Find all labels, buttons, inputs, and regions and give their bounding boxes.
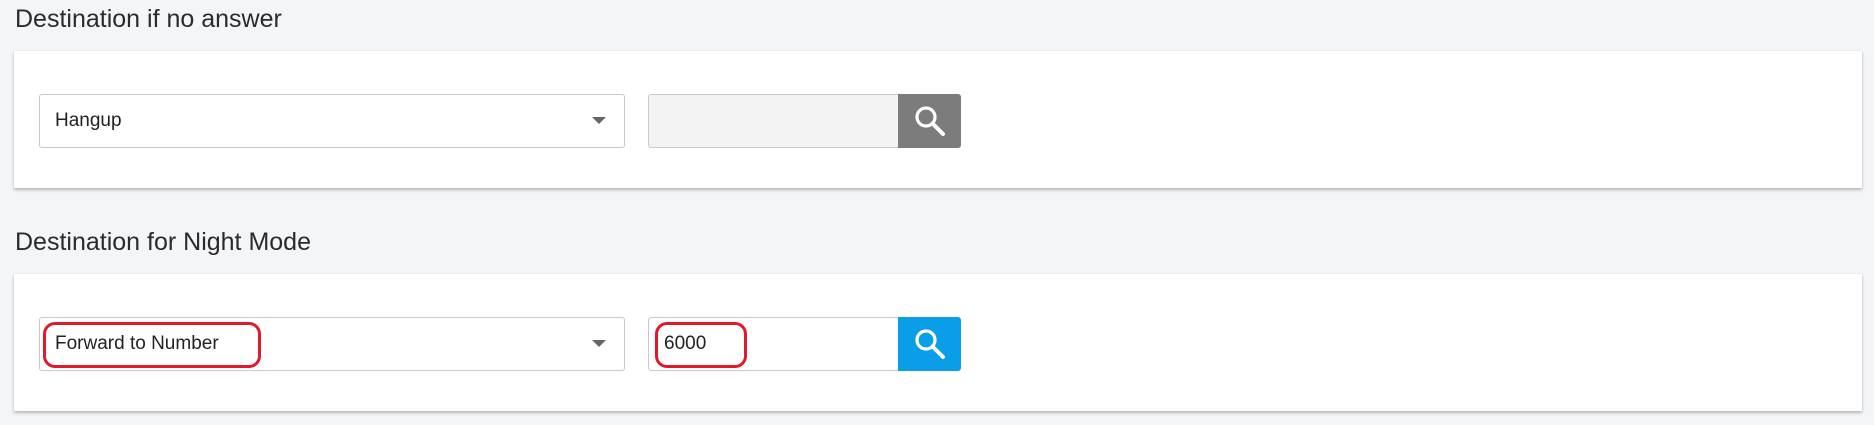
chevron-down-icon [592,340,606,347]
destination-value-text: 6000 [664,333,707,354]
section-title-night-mode: Destination for Night Mode [15,228,311,256]
search-icon [914,329,945,359]
card-night-mode: Forward to Number 6000 [14,274,1862,411]
search-icon [914,106,945,136]
search-button[interactable] [898,317,961,371]
page: Destination if no answer Hangup Destinat… [0,0,1874,425]
destination-type-select[interactable]: Hangup [39,94,625,148]
chevron-down-icon [592,117,606,124]
card-no-answer: Hangup [14,51,1862,188]
destination-type-value: Forward to Number [55,333,219,354]
destination-type-value: Hangup [55,110,122,131]
section-title-no-answer: Destination if no answer [15,5,282,33]
destination-value-input[interactable]: 6000 [648,317,898,371]
search-button[interactable] [898,94,961,148]
destination-type-select[interactable]: Forward to Number [39,317,625,371]
destination-value-input[interactable] [648,94,898,148]
